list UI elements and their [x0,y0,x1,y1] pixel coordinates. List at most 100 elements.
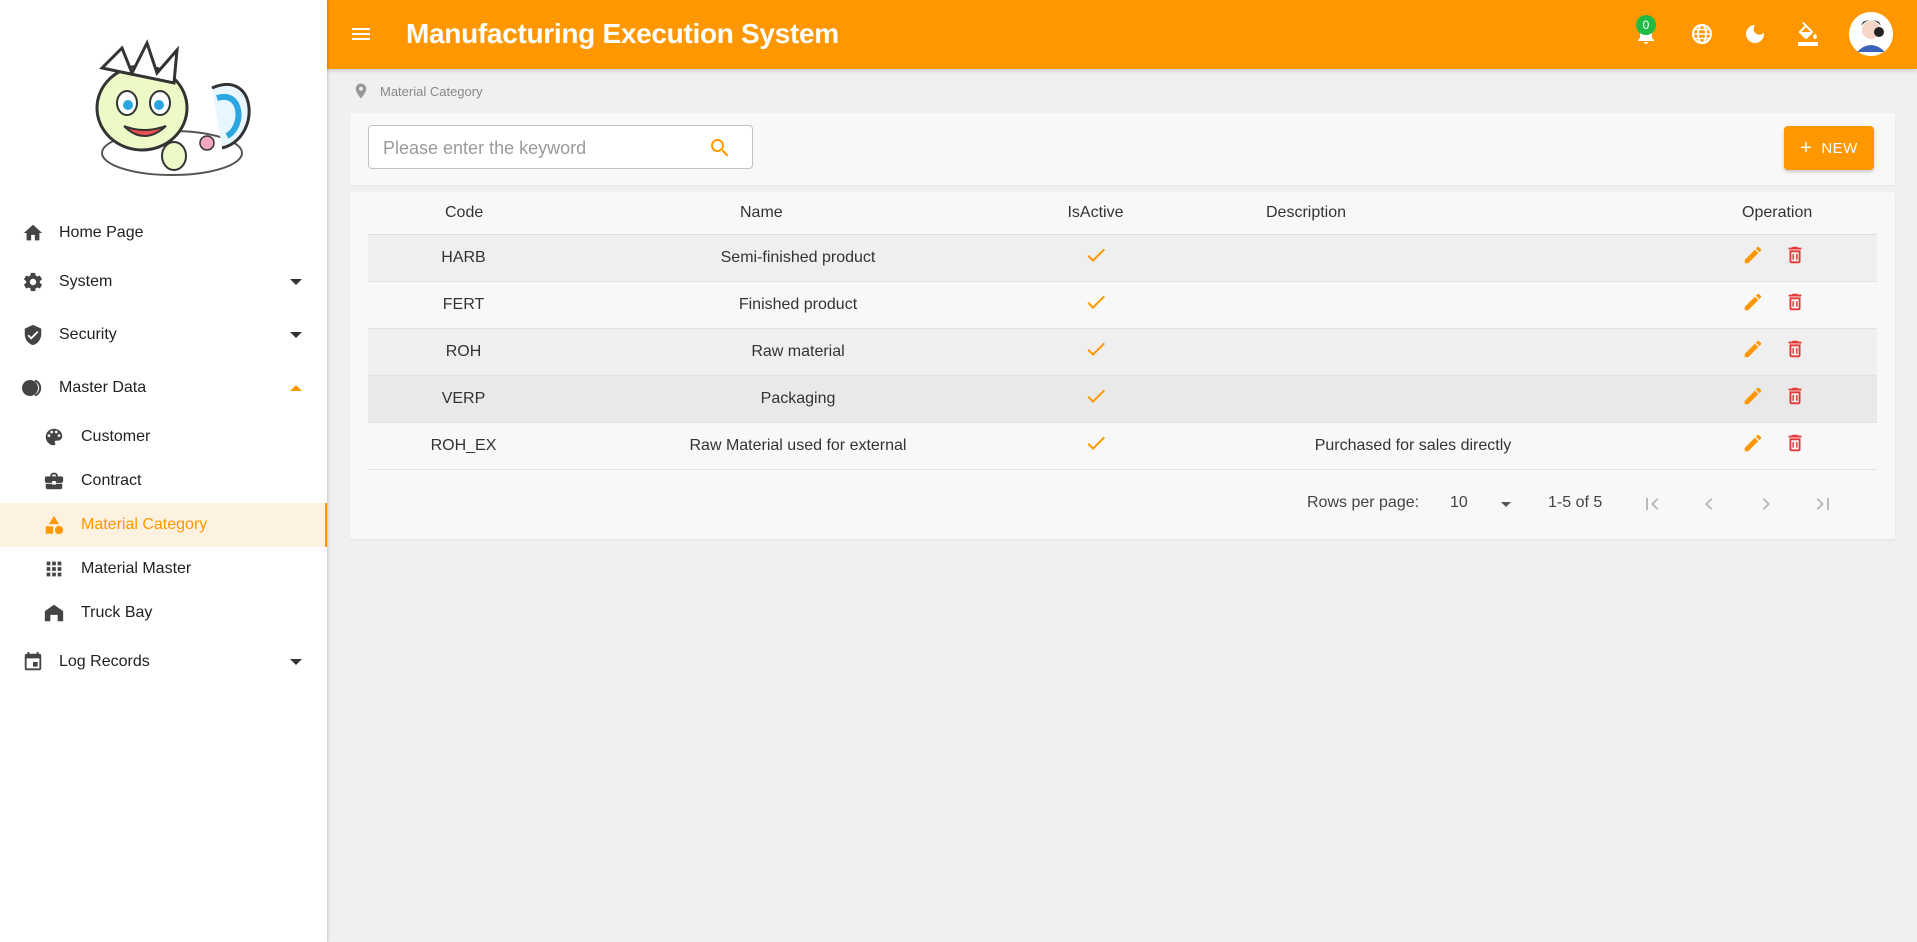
sidebar-item-master-data[interactable]: Master Data [0,366,327,410]
rows-per-page-label: Rows per page: [1307,494,1420,511]
check-icon [1084,384,1108,408]
pagination: Rows per page: 10 1-5 of 5 [350,484,1895,524]
sidebar-item-log-records[interactable]: Log Records [0,640,327,684]
calendar-icon [21,650,45,674]
column-header-description[interactable]: Description [1198,192,1588,235]
column-header-isactive[interactable]: IsActive [993,192,1198,235]
sidebar-item-label: Material Category [81,516,208,533]
check-icon [1084,431,1108,455]
home-icon [21,221,45,245]
plus-icon: + [1800,137,1813,159]
table-row[interactable]: FERT Finished product [368,281,1877,329]
material-category-table: Code Name IsActive Description Operation… [368,192,1877,470]
shapes-icon [42,513,66,537]
menu-icon[interactable] [349,22,373,46]
edit-icon[interactable] [1742,385,1766,409]
cell-name: Finished product [603,281,993,329]
app-title: Manufacturing Execution System [406,18,839,49]
sidebar-item-label: Log Records [59,653,150,670]
table-row[interactable]: VERP Packaging [368,375,1877,423]
sidebar-item-label: Truck Bay [81,604,153,621]
sidebar-item-material-category[interactable]: Material Category [0,503,327,547]
cell-description: Purchased for sales directly [1198,422,1588,470]
first-page-icon[interactable] [1640,492,1664,516]
shield-icon [21,323,45,347]
cell-description [1198,234,1588,282]
cell-isactive [993,375,1198,423]
search-input[interactable] [383,136,703,160]
sidebar-item-label: Home Page [59,224,144,241]
chevron-down-icon [289,328,303,342]
search-box [368,125,753,169]
grid-icon [42,557,66,581]
check-icon [1084,243,1108,267]
sidebar-item-contract[interactable]: Contract [0,459,327,503]
table-row[interactable]: ROH Raw material [368,328,1877,376]
cell-isactive [993,328,1198,376]
delete-icon[interactable] [1784,291,1808,315]
sidebar-item-customer[interactable]: Customer [0,415,327,459]
cell-name: Semi-finished product [603,234,993,282]
globe-icon[interactable] [1689,21,1715,47]
location-pin-icon [352,82,370,100]
cell-operation [1588,375,1877,423]
cell-operation [1588,422,1877,470]
sidebar: Home Page System Security Master Data Cu… [0,0,327,942]
delete-icon[interactable] [1784,338,1808,362]
cell-name: Raw material [603,328,993,376]
new-button[interactable]: + NEW [1784,126,1874,170]
moon-icon[interactable] [1742,21,1768,47]
table-row[interactable]: HARB Semi-finished product [368,234,1877,282]
edit-icon[interactable] [1742,338,1766,362]
breadcrumb: Material Category [352,82,483,100]
delete-icon[interactable] [1784,385,1808,409]
table-row[interactable]: ROH_EX Raw Material used for external Purc… [368,422,1877,470]
cell-isactive [993,422,1198,470]
cell-description [1198,375,1588,423]
delete-icon[interactable] [1784,244,1808,268]
next-page-icon[interactable] [1754,492,1778,516]
sidebar-item-security[interactable]: Security [0,313,327,357]
sidebar-item-label: Security [59,326,117,343]
sidebar-item-label: System [59,273,113,290]
last-page-icon[interactable] [1811,492,1835,516]
sidebar-item-home-page[interactable]: Home Page [0,211,327,255]
check-icon [1084,290,1108,314]
column-header-operation: Operation [1588,192,1877,235]
sidebar-item-truck-bay[interactable]: Truck Bay [0,591,327,635]
edit-icon[interactable] [1742,244,1766,268]
chevron-down-icon [289,655,303,669]
toolbar: + NEW [350,113,1895,185]
garage-icon [42,601,66,625]
sidebar-item-label: Master Data [59,379,147,396]
edit-icon[interactable] [1742,432,1766,456]
search-icon[interactable] [708,136,732,160]
sidebar-item-label: Material Master [81,560,192,577]
column-header-code[interactable]: Code [368,192,603,235]
column-header-name[interactable]: Name [603,192,993,235]
cell-name: Packaging [603,375,993,423]
cell-isactive [993,234,1198,282]
cell-code: FERT [368,281,603,329]
cell-code: ROH_EX [368,422,603,470]
edit-icon[interactable] [1742,291,1766,315]
cell-name: Raw Material used for external [603,422,993,470]
cell-description [1198,281,1588,329]
chevron-down-icon[interactable] [1496,494,1516,514]
material-category-table-card: Code Name IsActive Description Operation… [350,192,1895,539]
cell-operation [1588,328,1877,376]
sidebar-item-material-master[interactable]: Material Master [0,547,327,591]
sidebar-item-system[interactable]: System [0,260,327,304]
breadcrumb-current[interactable]: Material Category [380,84,483,99]
cell-code: VERP [368,375,603,423]
paint-bucket-icon[interactable] [1795,21,1821,47]
toggle-icon [21,376,45,400]
sidebar-item-label: Customer [81,428,151,445]
cell-code: HARB [368,234,603,282]
delete-icon[interactable] [1784,432,1808,456]
gear-icon [21,270,45,294]
cell-isactive [993,281,1198,329]
previous-page-icon[interactable] [1697,492,1721,516]
avatar[interactable] [1849,12,1893,56]
rows-per-page-select[interactable]: 10 [1450,494,1468,512]
